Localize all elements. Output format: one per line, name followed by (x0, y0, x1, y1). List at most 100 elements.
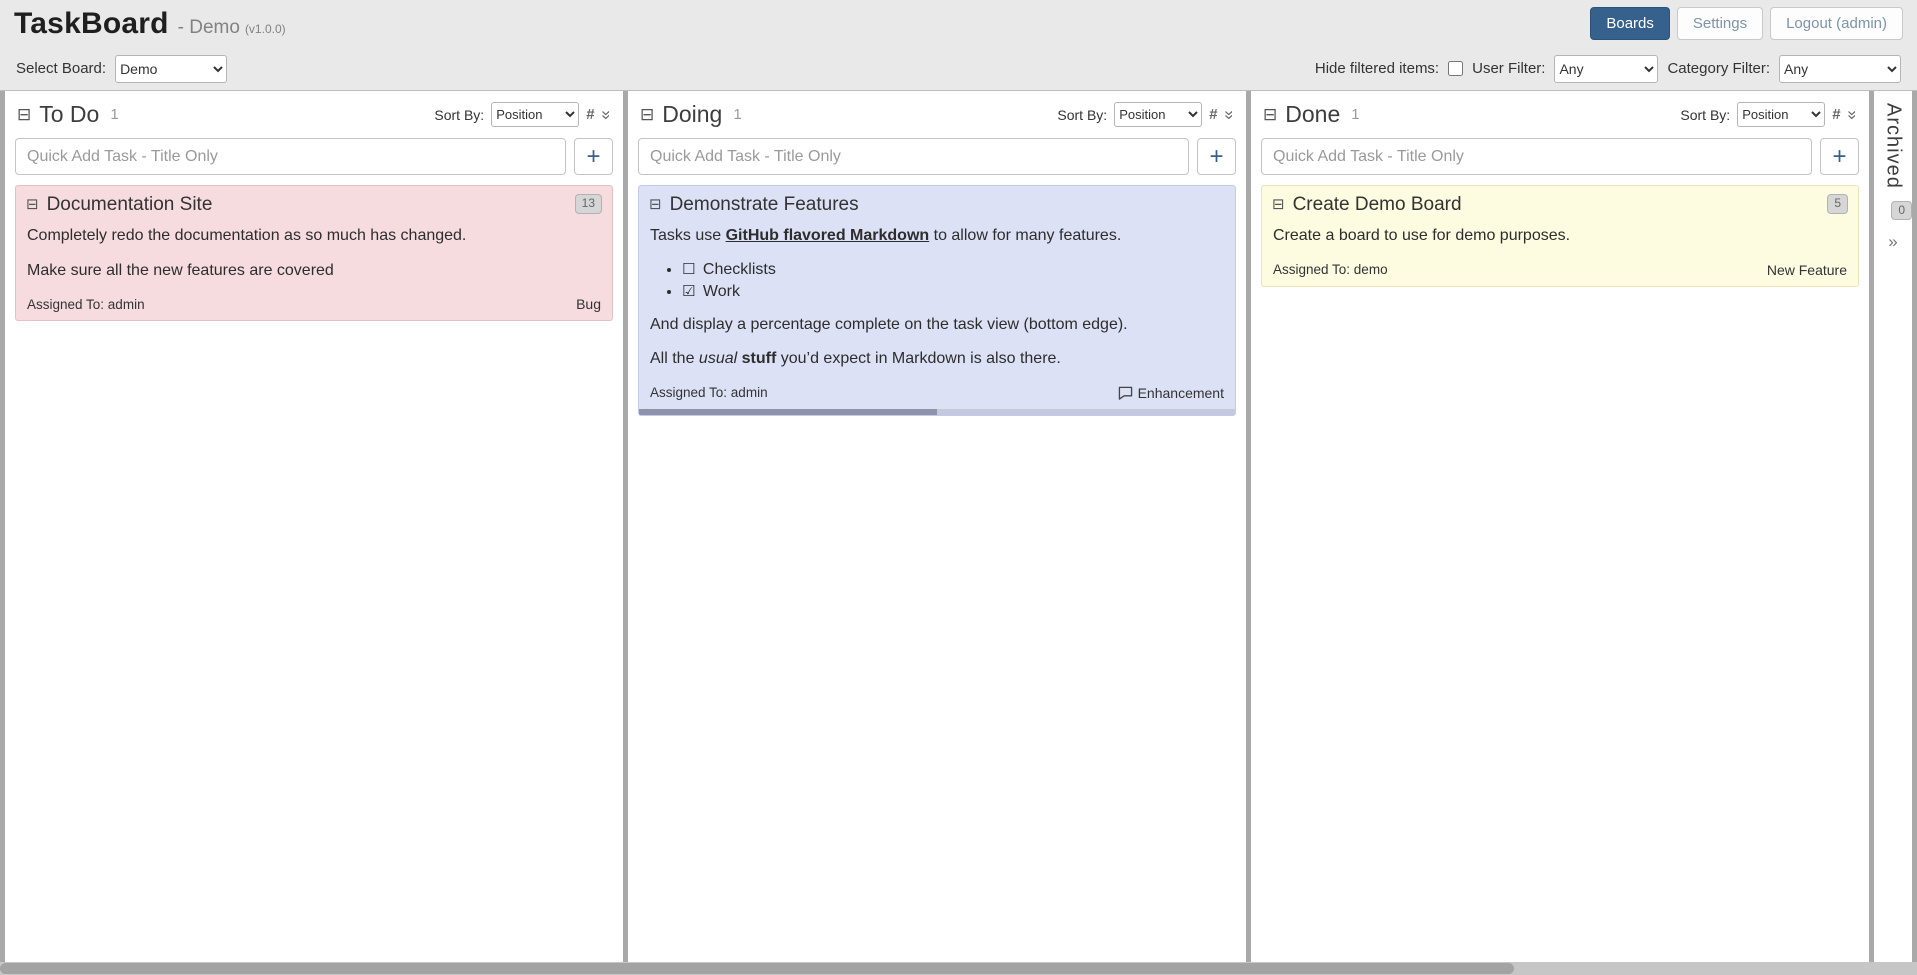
text-fragment: Tasks use (650, 227, 726, 244)
category-filter-label: Category Filter: (1667, 60, 1770, 77)
column-task-count: 1 (110, 106, 119, 123)
sort-by-label: Sort By: (434, 106, 485, 123)
hide-filtered-label: Hide filtered items: (1314, 60, 1440, 77)
category-filter-dropdown[interactable]: Any (1779, 54, 1901, 83)
quick-add-row: + (5, 132, 623, 183)
task-list: ⊟ Create Demo Board 5 Create a board to … (1251, 183, 1869, 299)
select-board-label: Select Board: (16, 60, 107, 77)
task-card[interactable]: ⊟ Create Demo Board 5 Create a board to … (1261, 185, 1859, 287)
task-list: ⊟ Documentation Site 13 Completely redo … (5, 183, 623, 333)
checkbox-checked-icon: ☑ (682, 282, 696, 300)
bold-text: stuff (741, 350, 777, 368)
task-title: Create Demo Board (1292, 194, 1462, 215)
sort-by-label: Sort By: (1680, 106, 1731, 123)
sort-by-select[interactable]: Position (491, 102, 580, 127)
header-buttons: Boards Settings Logout (admin) (1590, 7, 1903, 40)
toggle-task-ids-icon[interactable]: # (1832, 106, 1840, 123)
collapse-column-icon[interactable]: ⊟ (640, 106, 654, 123)
checklist-item-label: Work (702, 282, 740, 300)
hide-filtered-checkbox[interactable] (1448, 61, 1464, 76)
task-assignee: Assigned To: demo (1273, 262, 1388, 278)
archived-column[interactable]: Archived 0 » (1874, 91, 1912, 962)
column-task-count: 1 (1351, 106, 1360, 123)
plus-icon: + (586, 142, 601, 170)
add-task-button[interactable]: + (1197, 138, 1236, 175)
brand: TaskBoard - Demo (v1.0.0) (14, 7, 286, 41)
quick-add-input[interactable] (638, 138, 1189, 175)
task-title: Demonstrate Features (669, 194, 859, 215)
collapse-column-icon[interactable]: ⊟ (1263, 106, 1277, 123)
kanban-board: ⊟ To Do 1 Sort By: Position # » + ⊟ Docu… (0, 91, 1917, 962)
comments-icon (1118, 386, 1132, 400)
toggle-task-ids-icon[interactable]: # (586, 106, 594, 123)
column-header: ⊟ To Do 1 Sort By: Position # » (5, 91, 623, 132)
checklist-item: ☑ Work (682, 282, 1224, 301)
checklist-item: ☐ Checklists (682, 260, 1224, 279)
plus-icon: + (1209, 142, 1224, 170)
task-description: Completely redo the documentation as so … (16, 225, 612, 281)
add-task-button[interactable]: + (1820, 138, 1859, 175)
toggle-task-ids-icon[interactable]: # (1209, 106, 1217, 123)
column-done: ⊟ Done 1 Sort By: Position # » + ⊟ Creat… (1251, 91, 1869, 962)
github-markdown-link[interactable]: GitHub flavored Markdown (726, 227, 930, 244)
quick-add-input[interactable] (1261, 138, 1812, 175)
column-doing: ⊟ Doing 1 Sort By: Position # » + ⊟ Demo… (628, 91, 1246, 962)
checklist-item-label: Checklists (702, 260, 776, 278)
collapse-all-tasks-icon[interactable]: » (596, 110, 616, 119)
text-fragment: to allow for many features. (929, 227, 1122, 244)
column-header: ⊟ Done 1 Sort By: Position # » (1251, 91, 1869, 132)
task-card[interactable]: ⊟ Documentation Site 13 Completely redo … (15, 185, 613, 322)
task-category: Enhancement (1137, 384, 1224, 401)
collapse-task-icon[interactable]: ⊟ (649, 197, 662, 212)
task-category: New Feature (1766, 261, 1847, 278)
horizontal-scrollbar-thumb[interactable] (0, 963, 1515, 974)
task-description-line: Completely redo the documentation as so … (27, 227, 467, 244)
quick-add-row: + (628, 132, 1246, 183)
app-header: TaskBoard - Demo (v1.0.0) Boards Setting… (0, 0, 1917, 47)
sort-by-select[interactable]: Position (1114, 102, 1203, 127)
task-progress-fill (639, 408, 937, 415)
collapse-all-tasks-icon[interactable]: » (1219, 110, 1239, 119)
user-filter-label: User Filter: (1472, 60, 1546, 77)
collapse-all-tasks-icon[interactable]: » (1842, 110, 1862, 119)
task-description-line: Make sure all the new features are cover… (27, 261, 334, 279)
column-task-count: 1 (733, 106, 742, 123)
app-version: (v1.0.0) (244, 21, 286, 36)
column-title: To Do (39, 101, 100, 127)
app-title: TaskBoard (14, 6, 169, 40)
sort-by-select[interactable]: Position (1737, 102, 1826, 127)
boards-button[interactable]: Boards (1590, 7, 1670, 40)
collapse-task-icon[interactable]: ⊟ (26, 197, 39, 212)
task-description-line: Create a board to use for demo purposes. (1273, 227, 1571, 244)
task-points-badge: 5 (1827, 194, 1848, 214)
task-description: Tasks use GitHub flavored Markdown to al… (639, 225, 1235, 370)
task-checklist: ☐ Checklists ☑ Work (650, 260, 1224, 301)
expand-archived-icon[interactable]: » (1888, 232, 1897, 252)
horizontal-scrollbar[interactable] (0, 962, 1917, 975)
task-description-line: Tasks use GitHub flavored Markdown to al… (650, 225, 1224, 247)
task-card[interactable]: ⊟ Demonstrate Features Tasks use GitHub … (638, 185, 1236, 416)
checkbox-unchecked-icon: ☐ (682, 260, 696, 278)
text-fragment: you’d expect in Markdown is also there. (776, 350, 1061, 368)
task-category: Bug (576, 296, 601, 313)
settings-button[interactable]: Settings (1676, 7, 1764, 40)
text-fragment: All the (650, 350, 699, 368)
task-description-line: All the usual stuff you’d expect in Mark… (650, 348, 1224, 370)
current-board-name: - Demo (177, 16, 240, 38)
column-title: Done (1285, 101, 1341, 127)
board-toolbar: Select Board: Demo Hide filtered items: … (0, 47, 1917, 91)
task-description: Create a board to use for demo purposes. (1262, 225, 1858, 247)
column-header: ⊟ Doing 1 Sort By: Position # » (628, 91, 1246, 132)
italic-text: usual (698, 350, 738, 368)
task-description-line: And display a percentage complete on the… (650, 315, 1128, 333)
task-title: Documentation Site (46, 194, 213, 215)
archived-label: Archived (1882, 103, 1905, 189)
collapse-task-icon[interactable]: ⊟ (1272, 197, 1285, 212)
collapse-column-icon[interactable]: ⊟ (17, 106, 31, 123)
column-title: Doing (662, 101, 723, 127)
user-filter-dropdown[interactable]: Any (1554, 54, 1659, 83)
quick-add-input[interactable] (15, 138, 566, 175)
add-task-button[interactable]: + (574, 138, 613, 175)
select-board-dropdown[interactable]: Demo (115, 54, 228, 83)
logout-button[interactable]: Logout (admin) (1770, 7, 1903, 40)
